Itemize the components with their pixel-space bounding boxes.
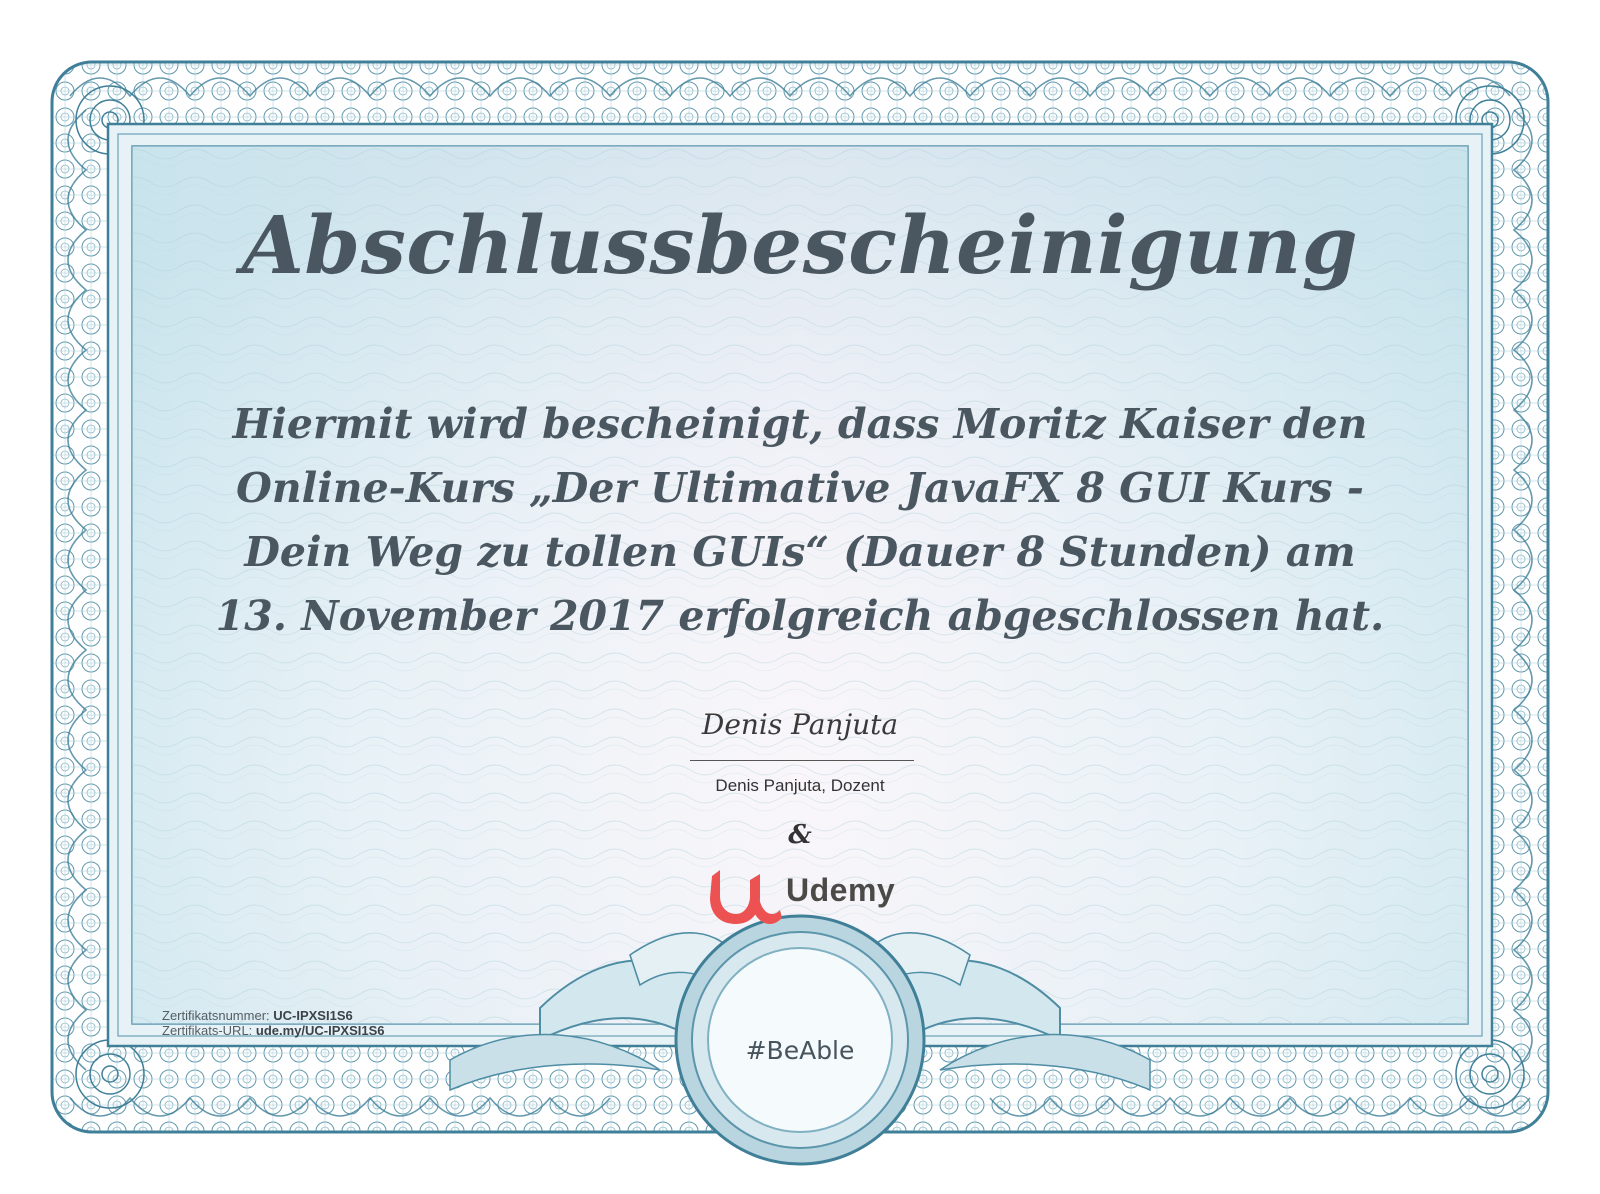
statement-line: 13. November 2017 erfolgreich abgeschlos… (215, 592, 1385, 640)
ampersand: & (788, 820, 812, 850)
statement-line: Hiermit wird bescheinigt, dass Moritz Ka… (232, 400, 1368, 448)
certificate-url-row: Zertifikats-URL: ude.my/UC-IPXSI1S6 (162, 1023, 385, 1038)
statement-line: Online-Kurs „Der Ultimative JavaFX 8 GUI… (236, 464, 1364, 512)
certificate-url-label: Zertifikats-URL: (162, 1023, 256, 1038)
certificate-page: Abschlussbescheinigung Hiermit wird besc… (0, 0, 1600, 1194)
signature: Denis Panjuta (701, 708, 899, 741)
certificate-number-row: Zertifikatsnummer: UC-IPXSI1S6 (162, 1008, 385, 1023)
signature-caption: Denis Panjuta, Dozent (715, 776, 885, 795)
certificate-title: Abschlussbescheinigung (241, 198, 1359, 292)
certificate-number: UC-IPXSI1S6 (273, 1008, 353, 1023)
certificate-number-label: Zertifikatsnummer: (162, 1008, 274, 1023)
certificate-info: Zertifikatsnummer: UC-IPXSI1S6 Zertifika… (162, 1008, 385, 1038)
certificate-url[interactable]: ude.my/UC-IPXSI1S6 (256, 1023, 385, 1038)
udemy-brand-name: Udemy (786, 872, 896, 908)
seal-hashtag: #BeAble (745, 1036, 855, 1065)
statement-line: Dein Weg zu tollen GUIs“ (Dauer 8 Stunde… (244, 528, 1356, 576)
certificate-statement: Hiermit wird bescheinigt, dass Moritz Ka… (150, 392, 1450, 648)
signature-line (690, 760, 914, 761)
